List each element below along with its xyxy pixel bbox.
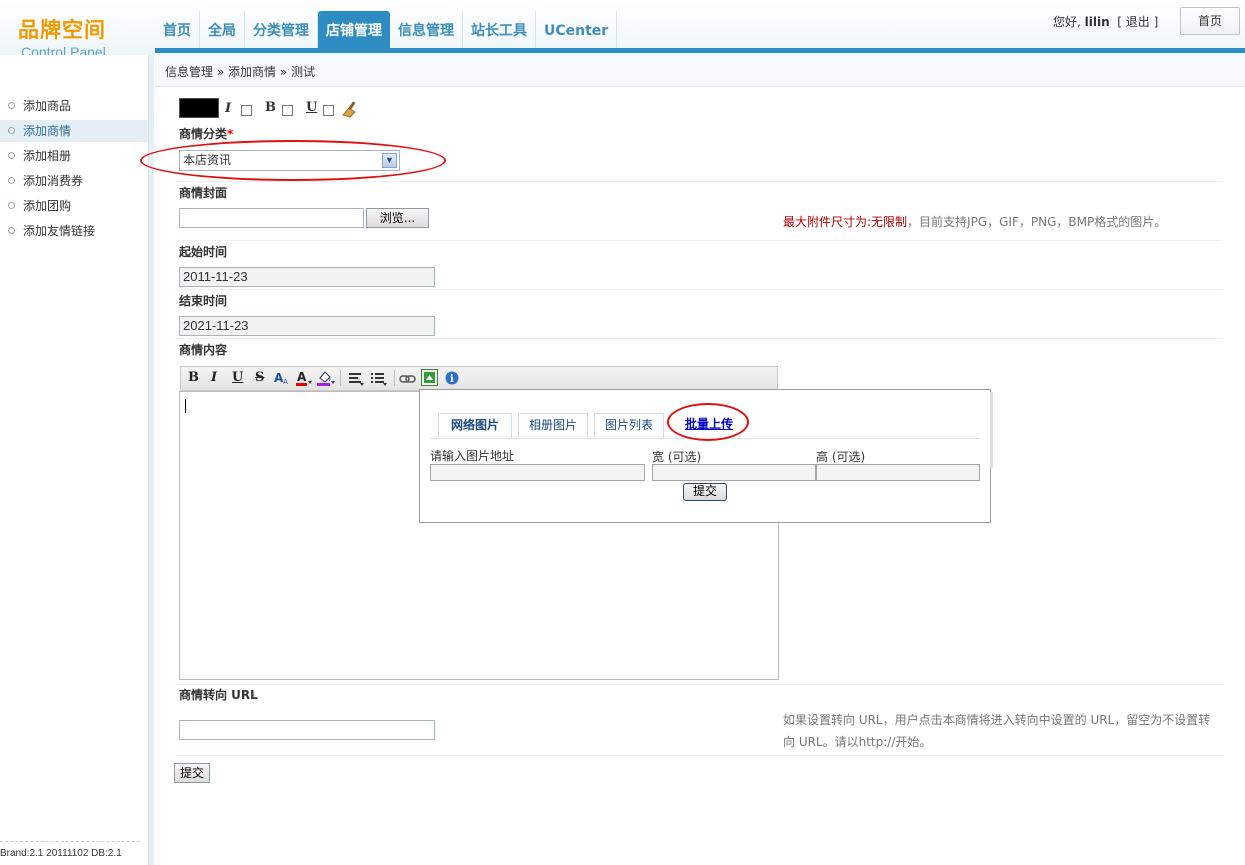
italic-button[interactable]: I <box>211 370 217 385</box>
font-color-icon[interactable]: A <box>296 370 312 386</box>
bullet-icon <box>8 177 15 184</box>
redirect-url-input[interactable] <box>179 720 435 740</box>
breadcrumb-bar <box>155 55 1245 87</box>
nav-shop[interactable]: 店铺管理 <box>318 11 390 49</box>
list-icon[interactable] <box>371 371 387 387</box>
home-button[interactable]: 首页 <box>1180 7 1240 35</box>
image-height-input[interactable] <box>816 464 980 481</box>
content-label: 商情内容 <box>179 343 228 357</box>
nav-tools[interactable]: 站长工具 <box>463 11 536 49</box>
divider <box>175 755 1223 756</box>
cover-label: 商情封面 <box>179 186 228 200</box>
divider <box>175 181 1223 182</box>
cover-file-input[interactable] <box>179 208 364 228</box>
divider <box>0 841 140 842</box>
image-icon[interactable] <box>421 369 438 386</box>
header: 品牌空间 Control Panel 首页 全局 分类管理 店铺管理 信息管理 … <box>0 0 1245 60</box>
tab-image-list[interactable]: 图片列表 <box>594 413 664 438</box>
nav-ucenter[interactable]: UCenter <box>536 11 618 49</box>
highlight-oval <box>667 403 749 441</box>
highlight-icon[interactable] <box>317 369 335 387</box>
underline-label: U <box>306 100 318 115</box>
bold-label: B <box>265 100 276 115</box>
sidebar-item-add-info[interactable]: 添加商情 <box>0 120 148 142</box>
bold-checkbox[interactable] <box>282 105 293 116</box>
italic-label: I <box>225 101 232 116</box>
text-cursor <box>185 399 186 413</box>
bold-button[interactable]: B <box>188 370 199 385</box>
sidebar-divider <box>148 55 154 865</box>
sidebar-item-add-groupbuy[interactable]: 添加团购 <box>0 195 148 217</box>
divider <box>175 684 1223 685</box>
popup-scrollbar[interactable] <box>990 392 993 468</box>
color-swatch[interactable] <box>179 98 219 118</box>
divider <box>175 289 1223 290</box>
bullet-icon <box>8 102 15 109</box>
nav-category[interactable]: 分类管理 <box>245 11 318 49</box>
submit-button[interactable]: 提交 <box>174 763 210 783</box>
user-info: 您好, lilin [ 退出 ] <box>1053 13 1158 30</box>
width-label: 宽 (可选) <box>652 450 702 464</box>
italic-checkbox[interactable] <box>241 105 252 116</box>
image-submit-button[interactable]: 提交 <box>683 483 727 501</box>
strike-button[interactable]: S <box>255 370 264 385</box>
greeting: 您好, <box>1053 15 1081 29</box>
main-nav: 首页 全局 分类管理 店铺管理 信息管理 站长工具 UCenter <box>155 11 618 49</box>
toolbar-separator <box>394 370 395 386</box>
sidebar-item-add-album[interactable]: 添加相册 <box>0 145 148 167</box>
redirect-url-label: 商情转向 URL <box>179 688 258 702</box>
sidebar-item-add-link[interactable]: 添加友情链接 <box>0 220 148 242</box>
underline-checkbox[interactable] <box>323 105 334 116</box>
height-label: 高 (可选) <box>816 450 866 464</box>
logo: 品牌空间 <box>18 18 106 42</box>
bullet-icon <box>8 127 15 134</box>
underline-button[interactable]: U <box>232 370 243 385</box>
breadcrumb: 信息管理 » 添加商情 » 测试 <box>165 65 315 79</box>
font-size-icon[interactable]: AA <box>274 370 290 386</box>
svg-text:A: A <box>297 370 307 384</box>
divider <box>175 240 1223 241</box>
link-icon[interactable] <box>399 372 417 386</box>
logout-link[interactable]: [ 退出 ] <box>1117 15 1158 29</box>
nav-info[interactable]: 信息管理 <box>390 11 463 49</box>
editor-toolbar <box>180 366 778 391</box>
highlight-oval <box>140 140 446 181</box>
image-url-label: 请输入图片地址 <box>430 449 515 463</box>
toolbar-separator <box>340 370 341 386</box>
svg-text:A: A <box>283 378 288 386</box>
redirect-note: 如果设置转向 URL，用户点击本商情将进入转向中设置的 URL，留空为不设置转 … <box>783 713 1211 749</box>
category-label: 商情分类* <box>179 127 234 141</box>
bullet-icon <box>8 202 15 209</box>
tab-album-image[interactable]: 相册图片 <box>518 413 588 438</box>
bullet-icon <box>8 152 15 159</box>
username: lilin <box>1084 15 1110 29</box>
end-time-input[interactable]: 2021-11-23 <box>179 316 435 336</box>
sidebar-item-add-coupon[interactable]: 添加消费券 <box>0 170 148 192</box>
end-time-label: 结束时间 <box>179 294 228 308</box>
upload-note: 最大附件尺寸为:无限制，目前支持JPG，GIF，PNG，BMP格式的图片。 <box>783 215 1167 229</box>
broom-icon[interactable] <box>341 100 359 118</box>
svg-text:i: i <box>450 374 454 385</box>
version-info: Brand:2.1 20111102 DB:2.1 <box>0 848 122 859</box>
nav-global[interactable]: 全局 <box>200 11 245 49</box>
browse-button[interactable]: 浏览... <box>366 208 429 228</box>
image-width-input[interactable] <box>652 464 816 481</box>
nav-home[interactable]: 首页 <box>155 11 200 49</box>
start-time-input[interactable]: 2011-11-23 <box>179 267 435 287</box>
sidebar-item-add-product[interactable]: 添加商品 <box>0 95 148 117</box>
image-url-input[interactable] <box>430 464 645 481</box>
info-icon[interactable]: i <box>445 371 459 385</box>
tab-network-image[interactable]: 网络图片 <box>438 413 512 439</box>
divider <box>175 338 1223 339</box>
nav-underline <box>155 48 1245 53</box>
align-icon[interactable] <box>348 371 364 387</box>
start-time-label: 起始时间 <box>179 245 228 259</box>
bullet-icon <box>8 227 15 234</box>
